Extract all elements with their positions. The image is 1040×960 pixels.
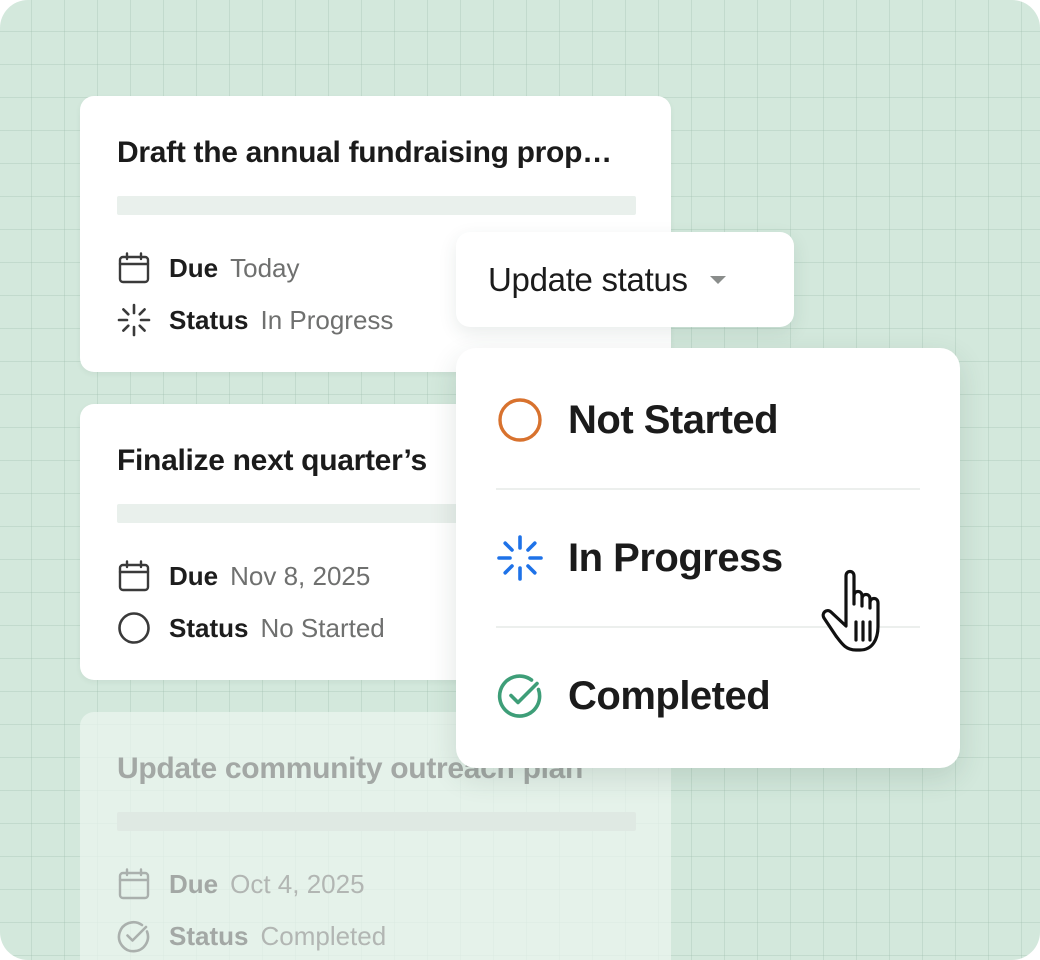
due-label: Due <box>169 868 219 899</box>
due-row: Due Oct 4, 2025 <box>117 866 365 902</box>
menu-item-label: In Progress <box>568 535 783 580</box>
caret-down-icon <box>708 274 728 286</box>
status-value: In Progress <box>260 304 394 335</box>
status-label: Status <box>169 304 249 335</box>
menu-item-label: Not Started <box>568 397 779 442</box>
calendar-icon <box>117 251 151 285</box>
due-label: Due <box>169 252 219 283</box>
in-progress-icon <box>496 534 544 582</box>
calendar-icon <box>117 867 151 901</box>
due-value: Nov 8, 2025 <box>230 560 371 591</box>
due-value: Today <box>230 252 300 283</box>
status-menu: Not Started In Progress Completed <box>456 348 960 768</box>
task-description-placeholder <box>117 812 636 831</box>
task-description-placeholder <box>117 196 636 215</box>
menu-divider <box>496 488 920 490</box>
hand-cursor-icon <box>812 562 908 658</box>
status-row: Status Completed <box>117 918 386 954</box>
menu-item-label: Completed <box>568 673 771 718</box>
status-row: Status No Started <box>117 610 385 646</box>
menu-item-not-started[interactable]: Not Started <box>496 375 920 465</box>
task-title: Draft the annual fundraising prop… <box>117 136 612 169</box>
completed-icon <box>496 672 544 720</box>
due-row: Due Today <box>117 250 300 286</box>
status-value: Completed <box>260 920 387 951</box>
not-started-icon <box>117 611 151 645</box>
update-status-label: Update status <box>488 260 688 298</box>
due-value: Oct 4, 2025 <box>230 868 365 899</box>
update-status-button[interactable]: Update status <box>456 232 794 327</box>
calendar-icon <box>117 559 151 593</box>
completed-icon <box>117 919 151 953</box>
canvas: Draft the annual fundraising prop… Due T… <box>0 0 1040 960</box>
status-label: Status <box>169 920 249 951</box>
not-started-icon <box>496 396 544 444</box>
status-label: Status <box>169 612 249 643</box>
in-progress-icon <box>117 303 151 337</box>
menu-item-completed[interactable]: Completed <box>496 651 920 741</box>
due-row: Due Nov 8, 2025 <box>117 558 370 594</box>
status-value: No Started <box>260 612 385 643</box>
status-row: Status In Progress <box>117 302 393 338</box>
due-label: Due <box>169 560 219 591</box>
